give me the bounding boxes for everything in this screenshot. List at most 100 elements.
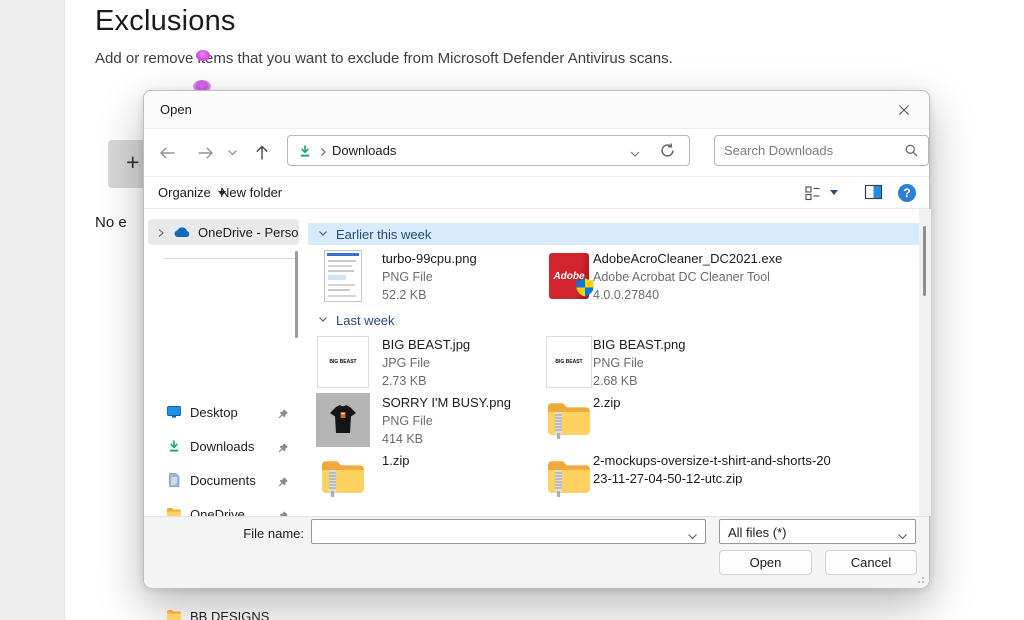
sidebar-item-onedrive-personal[interactable]: OneDrive - Perso bbox=[148, 219, 299, 245]
pin-icon[interactable] bbox=[278, 475, 289, 493]
view-dropdown-triangle-icon[interactable] bbox=[830, 190, 838, 195]
file-type: Adobe Acrobat DC Cleaner Tool bbox=[593, 268, 831, 286]
organize-button[interactable]: Organize bbox=[158, 185, 226, 200]
command-toolbar: Organize New folder ? bbox=[144, 177, 929, 209]
uac-shield-icon bbox=[575, 277, 595, 303]
file-item[interactable]: 1.zip bbox=[310, 451, 542, 507]
view-mode-button[interactable] bbox=[804, 184, 822, 207]
sidebar-item-bb-designs[interactable]: BB DESIGNS bbox=[144, 604, 301, 620]
open-file-dialog: Open bbox=[143, 90, 930, 588]
group-header-last-week[interactable]: Last week bbox=[308, 309, 919, 331]
file-item[interactable]: BIG BEAST BIG BEAST.png PNG File 2.68 KB bbox=[546, 335, 919, 391]
sidebar-item-label: Downloads bbox=[190, 439, 254, 454]
refresh-button[interactable] bbox=[659, 142, 676, 164]
close-icon bbox=[898, 104, 910, 116]
security-left-rail bbox=[0, 0, 65, 620]
adobe-exe-icon: Adobe bbox=[546, 249, 592, 303]
file-name-combobox bbox=[311, 519, 706, 544]
sidebar-item-label: BB DESIGNS bbox=[190, 609, 269, 620]
new-folder-button[interactable]: New folder bbox=[220, 185, 282, 200]
preview-pane-icon bbox=[864, 184, 883, 200]
up-button[interactable] bbox=[251, 142, 273, 164]
expand-chevron-icon[interactable] bbox=[156, 226, 166, 244]
file-name-input[interactable] bbox=[318, 521, 678, 542]
downloads-icon bbox=[297, 143, 313, 164]
file-name: 2-mockups-oversize-t-shirt-and-shorts-20… bbox=[593, 452, 831, 488]
group-label: Last week bbox=[336, 313, 395, 328]
open-button[interactable]: Open bbox=[719, 550, 812, 575]
file-type: JPG File bbox=[382, 354, 470, 372]
address-dropdown-button[interactable] bbox=[629, 146, 641, 164]
file-item[interactable]: BIG BEAST BIG BEAST.jpg JPG File 2.73 KB bbox=[310, 335, 542, 391]
sidebar-item-downloads[interactable]: Downloads bbox=[144, 434, 301, 460]
image-thumbnail: BIG BEAST bbox=[316, 335, 370, 389]
file-size: 52.2 KB bbox=[382, 286, 477, 304]
close-button[interactable] bbox=[889, 98, 919, 122]
sidebar-item-desktop[interactable]: Desktop bbox=[144, 400, 301, 426]
back-button[interactable] bbox=[156, 142, 178, 164]
group-label: Earlier this week bbox=[336, 227, 431, 242]
file-type-select[interactable]: All files (*) bbox=[719, 519, 916, 544]
file-name: turbo-99cpu.png bbox=[382, 250, 477, 268]
tshirt-thumbnail bbox=[316, 393, 370, 447]
zip-folder-icon bbox=[546, 451, 592, 505]
folder-icon bbox=[166, 608, 182, 620]
sidebar-item-label: Documents bbox=[190, 473, 256, 488]
file-list-scrollbar[interactable] bbox=[923, 226, 926, 296]
arrow-left-icon bbox=[158, 145, 177, 161]
image-thumbnail: BIG BEAST bbox=[546, 335, 592, 389]
file-item[interactable]: 2.zip bbox=[546, 393, 919, 449]
file-item[interactable]: SORRY I'M BUSY.png PNG File 414 KB bbox=[310, 393, 542, 449]
breadcrumb-chevron-icon bbox=[318, 145, 328, 163]
arrow-up-icon bbox=[254, 144, 270, 162]
arrow-right-icon bbox=[196, 145, 215, 161]
page-title: Exclusions bbox=[95, 5, 236, 38]
help-button[interactable]: ? bbox=[898, 184, 916, 202]
navigation-pane: OneDrive - Perso Desktop bbox=[144, 209, 301, 516]
screen: Exclusions Add or remove items that you … bbox=[0, 0, 1024, 620]
file-size: 2.73 KB bbox=[382, 372, 470, 390]
file-name: BIG BEAST.jpg bbox=[382, 336, 470, 354]
chevron-down-icon bbox=[318, 316, 328, 324]
chevron-down-icon bbox=[227, 149, 238, 157]
chevron-down-icon bbox=[318, 230, 328, 238]
file-type: PNG File bbox=[382, 268, 477, 286]
breadcrumb-location[interactable]: Downloads bbox=[332, 143, 396, 158]
file-size: 414 KB bbox=[382, 430, 511, 448]
group-header-earlier-this-week[interactable]: Earlier this week bbox=[308, 223, 919, 245]
sidebar-scrollbar[interactable] bbox=[295, 251, 298, 338]
downloads-icon bbox=[166, 438, 182, 459]
navigation-row: Downloads bbox=[144, 129, 929, 177]
view-mode-icon bbox=[804, 184, 822, 202]
file-item[interactable]: 2-mockups-oversize-t-shirt-and-shorts-20… bbox=[546, 451, 919, 507]
screenshot-thumbnail bbox=[316, 249, 370, 303]
file-name: BIG BEAST.png bbox=[593, 336, 831, 354]
thumbnail-text: BIG BEAST bbox=[555, 359, 582, 365]
sidebar-divider bbox=[164, 258, 296, 259]
desktop-icon bbox=[166, 404, 182, 425]
file-size: 2.68 KB bbox=[593, 372, 831, 390]
file-item[interactable]: Adobe AdobeAcroCleaner_DC2021.exe Adobe … bbox=[546, 249, 919, 305]
search-input[interactable] bbox=[724, 137, 894, 164]
chevron-down-icon bbox=[897, 528, 908, 546]
pin-icon[interactable] bbox=[278, 407, 289, 425]
question-icon: ? bbox=[903, 186, 910, 200]
sidebar-item-documents[interactable]: Documents bbox=[144, 468, 301, 494]
address-bar[interactable]: Downloads bbox=[287, 135, 690, 166]
chevron-down-icon[interactable] bbox=[687, 528, 698, 546]
recent-locations-button[interactable] bbox=[224, 142, 240, 164]
document-icon bbox=[166, 472, 182, 493]
refresh-icon bbox=[659, 142, 676, 159]
onedrive-cloud-icon bbox=[172, 225, 192, 243]
search-box bbox=[714, 135, 929, 166]
file-name: SORRY I'M BUSY.png bbox=[382, 394, 511, 412]
pin-icon[interactable] bbox=[278, 441, 289, 459]
resize-grip[interactable] bbox=[916, 575, 924, 583]
page-description: Add or remove items that you want to exc… bbox=[95, 50, 673, 67]
file-item[interactable]: turbo-99cpu.png PNG File 52.2 KB bbox=[310, 249, 542, 305]
forward-button[interactable] bbox=[194, 142, 216, 164]
dialog-titlebar[interactable]: Open bbox=[144, 91, 929, 129]
cancel-button[interactable]: Cancel bbox=[825, 550, 917, 575]
preview-pane-button[interactable] bbox=[864, 184, 883, 205]
file-version: 4.0.0.27840 bbox=[593, 286, 831, 304]
